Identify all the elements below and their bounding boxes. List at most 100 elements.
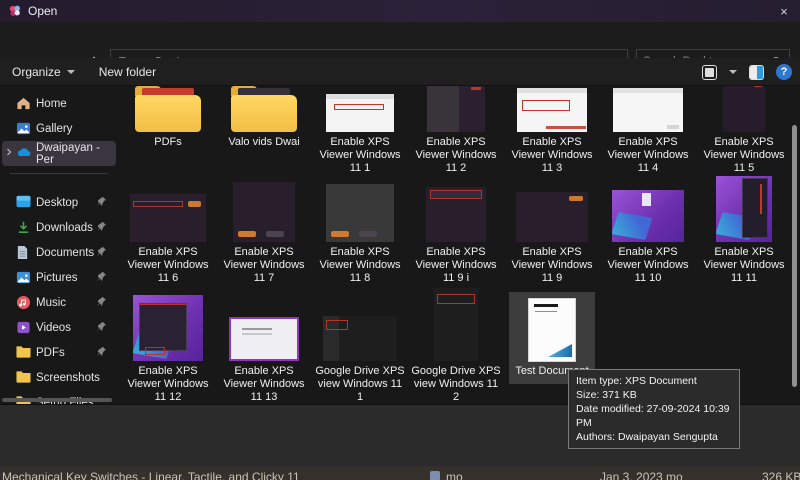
file-item[interactable]: Google Drive XPS view Windows 11 2 [408, 286, 504, 404]
sidebar-item-onedrive[interactable]: Dwaipayan - Per [2, 141, 116, 166]
folder-thumbnail [135, 86, 201, 132]
organize-label: Organize [12, 65, 61, 79]
new-folder-button[interactable]: New folder [87, 58, 168, 85]
file-item[interactable]: Enable XPS Viewer Windows 11 7 [216, 184, 312, 285]
file-item[interactable]: Enable XPS Viewer Windows 11 11 [696, 184, 792, 285]
desktop-icon [16, 195, 31, 210]
tooltip-authors: Authors: Dwaipayan Sengupta [576, 430, 732, 444]
onedrive-icon [16, 146, 31, 161]
organize-button[interactable]: Organize [0, 58, 87, 85]
pin-icon [96, 271, 108, 283]
file-label: Enable XPS Viewer Windows 11 1 [314, 136, 406, 175]
sidebar-item-videos[interactable]: Videos [2, 315, 116, 340]
background-file-name: Mechanical Key Switches - Linear, Tactil… [2, 470, 300, 480]
background-file-size: 326 KB [762, 470, 800, 480]
file-item[interactable]: Enable XPS Viewer Windows 11 9 [504, 184, 600, 285]
sidebar-item-label: Downloads [36, 222, 93, 234]
file-label: Enable XPS Viewer Windows 11 11 [698, 246, 790, 285]
app-icon [8, 4, 22, 18]
downloads-icon [16, 220, 31, 235]
preview-pane-icon[interactable] [749, 65, 764, 80]
file-label: Enable XPS Viewer Windows 11 9 [506, 246, 598, 285]
sidebar-item-desktop[interactable]: Desktop [2, 190, 116, 215]
background-file-icon [430, 471, 440, 480]
pin-icon [96, 221, 108, 233]
sidebar-item-downloads[interactable]: Downloads [2, 215, 116, 240]
file-thumbnail [326, 94, 394, 132]
sidebar-item-music[interactable]: Music [2, 290, 116, 315]
pin-icon [96, 346, 108, 358]
file-label: Enable XPS Viewer Windows 11 10 [602, 246, 694, 285]
sidebar-item-label: Screenshots [36, 372, 100, 384]
sidebar-item-label: Dwaipayan - Per [36, 142, 116, 166]
file-item[interactable]: Enable XPS Viewer Windows 11 5 [696, 86, 792, 175]
file-item[interactable]: Enable XPS Viewer Windows 11 1 [312, 86, 408, 175]
file-thumbnail [516, 192, 588, 242]
background-window-strip: Mechanical Key Switches - Linear, Tactil… [0, 466, 800, 480]
file-thumbnail [133, 295, 203, 361]
navigation-bar: ← → ↑ Desktop [0, 22, 800, 58]
expander-chevron-icon[interactable] [4, 147, 16, 159]
folder-thumbnail [231, 86, 297, 132]
file-item[interactable]: Enable XPS Viewer Windows 11 12 [120, 286, 216, 404]
file-label: Enable XPS Viewer Windows 11 12 [122, 365, 214, 404]
file-thumbnail [233, 182, 295, 242]
file-thumbnail [229, 317, 299, 361]
file-thumbnail [723, 86, 765, 132]
close-button[interactable]: × [768, 0, 800, 22]
file-thumbnail [326, 184, 394, 242]
sidebar-item-label: Music [36, 297, 66, 309]
sidebar-item-pdfs[interactable]: PDFs [2, 340, 116, 365]
sidebar-item-home[interactable]: Home [2, 91, 116, 116]
file-label: Enable XPS Viewer Windows 11 2 [410, 136, 502, 175]
folder-icon [16, 345, 31, 360]
sidebar-item-documents[interactable]: Documents [2, 240, 116, 265]
file-thumbnail [613, 88, 683, 132]
file-item[interactable]: Valo vids Dwai [216, 86, 312, 175]
pin-icon [96, 246, 108, 258]
file-thumbnail [517, 88, 587, 132]
file-item[interactable]: Enable XPS Viewer Windows 11 2 [408, 86, 504, 175]
view-mode-caret-icon[interactable] [729, 70, 737, 74]
sidebar-item-label: Home [36, 98, 67, 110]
home-icon [16, 96, 31, 111]
window-title: Open [28, 4, 57, 18]
pin-icon [96, 296, 108, 308]
file-thumbnail [323, 316, 397, 361]
view-mode-icon[interactable] [702, 65, 717, 80]
file-item[interactable]: Enable XPS Viewer Windows 11 6 [120, 184, 216, 285]
sidebar-item-label: PDFs [36, 347, 65, 359]
sidebar-item-screenshots[interactable]: Screenshots [2, 365, 116, 390]
new-folder-label: New folder [99, 65, 156, 79]
file-label: Enable XPS Viewer Windows 11 3 [506, 136, 598, 175]
sidebar-item-pictures[interactable]: Pictures [2, 265, 116, 290]
sidebar: Home Gallery Dwaipayan - Per [0, 86, 118, 404]
file-item[interactable]: PDFs [120, 86, 216, 175]
tooltip-item-type: Item type: XPS Document [576, 374, 732, 388]
file-thumbnail [612, 190, 684, 242]
file-item[interactable]: Enable XPS Viewer Windows 11 3 [504, 86, 600, 175]
sidebar-horizontal-scrollbar[interactable] [2, 398, 112, 402]
file-item[interactable]: Enable XPS Viewer Windows 11 4 [600, 86, 696, 175]
vertical-scrollbar[interactable] [792, 125, 797, 387]
videos-icon [16, 320, 31, 335]
gallery-icon [16, 121, 31, 136]
file-thumbnail [426, 187, 486, 242]
file-thumbnail [434, 288, 478, 361]
file-item[interactable]: Enable XPS Viewer Windows 11 8 [312, 184, 408, 285]
background-file-date: Jan 3, 2023 mo [600, 470, 683, 480]
file-item[interactable]: Enable XPS Viewer Windows 11 10 [600, 184, 696, 285]
organize-caret-icon [67, 70, 75, 74]
file-label: Enable XPS Viewer Windows 11 5 [698, 136, 790, 175]
help-icon[interactable]: ? [776, 64, 792, 80]
file-item[interactable]: Enable XPS Viewer Windows 11 13 [216, 286, 312, 404]
file-item[interactable]: Enable XPS Viewer Windows 11 9 i [408, 184, 504, 285]
file-label: Enable XPS Viewer Windows 11 9 i [410, 246, 502, 285]
file-info-tooltip: Item type: XPS Document Size: 371 KB Dat… [568, 369, 740, 449]
music-icon [16, 295, 31, 310]
tooltip-size: Size: 371 KB [576, 388, 732, 402]
file-thumbnail [427, 86, 485, 132]
title-bar: Open × [0, 0, 800, 22]
sidebar-item-gallery[interactable]: Gallery [2, 116, 116, 141]
file-item[interactable]: Google Drive XPS view Windows 11 1 [312, 286, 408, 404]
